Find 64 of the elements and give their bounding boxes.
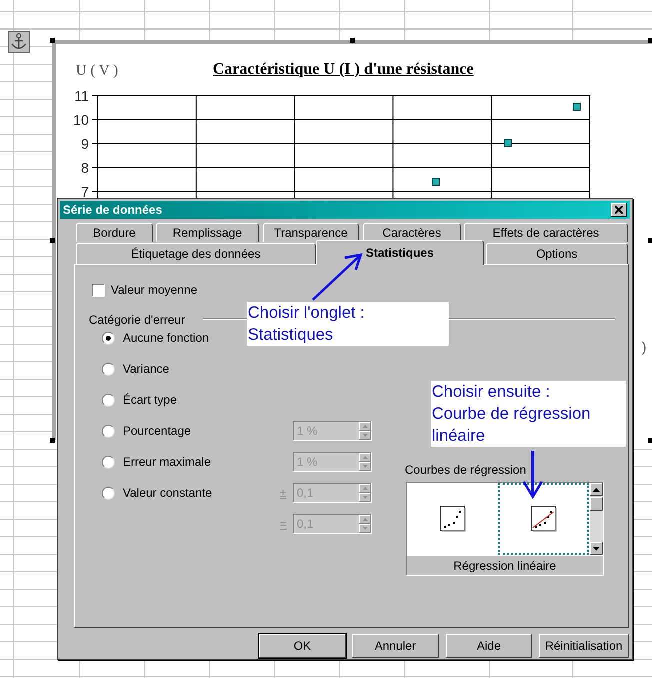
radio-label[interactable]: Valeur constante — [123, 484, 212, 502]
selection-handle[interactable] — [350, 38, 355, 43]
tick-label: 11 — [74, 88, 89, 104]
data-point — [432, 178, 440, 186]
anchor-icon[interactable] — [8, 31, 30, 53]
tab[interactable]: Étiquetage des données — [76, 243, 316, 264]
annotation-text: Statistiques — [248, 325, 334, 346]
annotation-text: Choisir ensuite : — [432, 382, 552, 403]
selection-handle[interactable] — [648, 238, 652, 243]
selection-handle[interactable] — [648, 38, 652, 43]
tab[interactable]: Statistiques — [316, 240, 484, 265]
tab[interactable]: Options — [486, 243, 628, 264]
radio-button[interactable] — [102, 424, 115, 438]
checkbox-label[interactable]: Valeur moyenne — [111, 281, 198, 299]
scatter-plot-icon — [440, 506, 466, 532]
linear-trend-icon — [530, 506, 556, 532]
radio-label[interactable]: Variance — [123, 360, 170, 378]
radio-label[interactable]: Aucune fonction — [123, 329, 210, 347]
legend-text: ) — [642, 338, 647, 357]
list-caption: Régression linéaire — [407, 555, 603, 575]
tab[interactable]: Bordure — [76, 223, 153, 242]
list-label: Courbes de régression — [405, 462, 526, 479]
arrow — [312, 253, 363, 301]
regression-list[interactable]: Régression linéaire — [406, 482, 604, 576]
dialog-button[interactable]: OK — [259, 634, 346, 658]
tick-label: 7 — [81, 184, 89, 200]
axis-title: U ( V ) — [76, 62, 118, 81]
close-icon — [615, 206, 623, 214]
annotation-text: linéaire — [432, 426, 486, 447]
selection-handle[interactable] — [50, 238, 55, 243]
radio-button[interactable] — [102, 362, 115, 376]
tick-label: 9 — [81, 136, 89, 152]
tick-label: 10 — [73, 112, 89, 128]
dialog-title: Série de données — [63, 202, 162, 219]
tab[interactable]: Effets de caractères — [464, 223, 628, 242]
radio-label[interactable]: Pourcentage — [123, 422, 192, 440]
scroll-thumb[interactable] — [590, 497, 603, 511]
dialog-button[interactable]: Aide — [446, 634, 532, 658]
tick-label: 8 — [81, 160, 89, 176]
annotation-text: Courbe de régression — [432, 404, 592, 425]
close-button[interactable] — [611, 203, 627, 217]
radio-button[interactable] — [102, 332, 115, 344]
scroll-down-icon[interactable] — [590, 542, 603, 555]
group-label: Catégorie d'erreur — [89, 312, 186, 329]
radio-label[interactable]: Écart type — [123, 391, 178, 409]
tab[interactable]: Transparence — [263, 223, 359, 242]
selection-handle[interactable] — [50, 38, 55, 43]
annotation-text: Choisir l'onglet : — [248, 303, 366, 324]
sign-label: = — [280, 516, 288, 533]
dialog-button[interactable]: Réinitialisation — [539, 634, 629, 658]
data-point — [504, 139, 512, 147]
scroll-up-icon[interactable] — [590, 483, 603, 496]
radio-label[interactable]: Erreur maximale — [123, 453, 212, 471]
checkbox[interactable] — [92, 284, 105, 296]
dialog-button[interactable]: Annuler — [352, 634, 439, 658]
radio-button[interactable] — [102, 486, 115, 500]
selection-handle[interactable] — [50, 438, 55, 443]
radio-button[interactable] — [102, 456, 115, 468]
selection-handle[interactable] — [648, 438, 652, 443]
tab[interactable]: Remplissage — [156, 223, 259, 242]
sign-label: ± — [280, 485, 288, 502]
data-point — [573, 103, 581, 111]
radio-button[interactable] — [102, 394, 115, 406]
chart-title: Caractéristique U (I ) d'une résistance — [213, 60, 474, 80]
